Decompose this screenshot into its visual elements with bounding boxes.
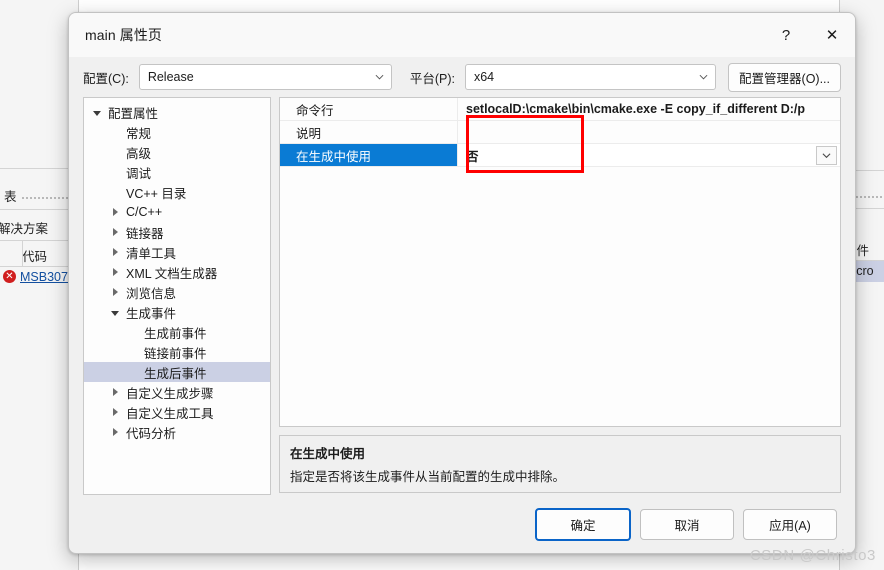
property-pages-dialog: main 属性页 ? ✕ 配置(C): Release 平台(P): x64 配… <box>68 12 856 554</box>
bg-error-code-link[interactable]: MSB3073 <box>20 270 75 284</box>
error-circle-icon: ✕ <box>3 270 16 283</box>
property-name: 说明 <box>280 121 458 143</box>
bg-label-solution: 解决方案 <box>0 222 49 236</box>
tree-item[interactable]: 清单工具 <box>84 242 270 262</box>
configuration-label: 配置(C): <box>83 71 129 86</box>
close-icon[interactable]: ✕ <box>809 13 855 57</box>
platform-value: x64 <box>473 70 495 84</box>
configuration-toolbar: 配置(C): Release 平台(P): x64 配置管理器(O)... <box>69 57 855 97</box>
tree-item[interactable]: C/C++ <box>84 202 270 222</box>
tree-item-label: VC++ 目录 <box>126 186 187 201</box>
watermark: CSDN @Christo3 <box>749 547 876 564</box>
chevron-down-icon[interactable] <box>90 109 104 116</box>
ok-button[interactable]: 确定 <box>535 507 631 541</box>
tree-item-label: 生成前事件 <box>144 326 207 341</box>
tree-item[interactable]: 自定义生成步骤 <box>84 382 270 402</box>
chevron-down-icon <box>822 153 831 159</box>
bg-dotted-divider <box>22 197 74 199</box>
tree-item-label: 自定义生成工具 <box>126 406 214 421</box>
chevron-down-icon <box>699 74 708 80</box>
property-grid[interactable]: 命令行 setlocalD:\cmake\bin\cmake.exe -E cop… <box>279 97 841 427</box>
description-text: 指定是否将该生成事件从当前配置的生成中排除。 <box>290 470 566 484</box>
chevron-right-icon[interactable] <box>108 388 122 396</box>
property-value[interactable] <box>458 121 840 143</box>
tree-item[interactable]: 高级 <box>84 142 270 162</box>
tree-item-label: 链接前事件 <box>144 346 207 361</box>
platform-label: 平台(P): <box>409 71 455 86</box>
tree-item[interactable]: 配置属性 <box>84 102 270 122</box>
dialog-body: 配置属性常规高级调试 VC++ 目录 C/C++ 链接器清单工具 XML 文档生成器 浏览… <box>69 97 855 495</box>
chevron-right-icon[interactable] <box>108 208 122 216</box>
chevron-right-icon[interactable] <box>108 248 122 256</box>
tree-item[interactable]: 生成事件 <box>84 302 270 322</box>
configuration-value: Release <box>147 70 194 84</box>
tree-item[interactable]: 链接器 <box>84 222 270 242</box>
tree-item[interactable]: VC++ 目录 <box>84 182 270 202</box>
help-icon[interactable]: ? <box>763 13 809 57</box>
tree-item[interactable]: 浏览信息 <box>84 282 270 302</box>
tree-item-label: 高级 <box>126 146 152 161</box>
chevron-right-icon[interactable] <box>108 428 122 436</box>
configuration-manager-button[interactable]: 配置管理器(O)... <box>728 62 841 92</box>
chevron-right-icon[interactable] <box>108 228 122 236</box>
tree-item[interactable]: 调试 <box>84 162 270 182</box>
property-description-panel: 在生成中使用 指定是否将该生成事件从当前配置的生成中排除。 <box>279 435 841 493</box>
tree-item[interactable]: 代码分析 <box>84 422 270 442</box>
dialog-title: main 属性页 <box>85 27 163 43</box>
property-value-dropdown-button[interactable] <box>816 146 837 165</box>
configuration-select[interactable]: Release <box>138 64 392 90</box>
chevron-down-icon <box>375 74 384 80</box>
tree-item[interactable]: 自定义生成工具 <box>84 402 270 422</box>
titlebar-buttons: ? ✕ <box>763 13 855 57</box>
property-name: 命令行 <box>280 98 458 120</box>
dialog-footer: 确定 取消 应用(A) <box>69 495 855 553</box>
platform-select[interactable]: x64 <box>464 64 717 90</box>
chevron-right-icon[interactable] <box>108 288 122 296</box>
property-row[interactable]: 在生成中使用否 <box>280 144 840 167</box>
property-right-panel: 命令行 setlocalD:\cmake\bin\cmake.exe -E cop… <box>279 97 841 495</box>
property-name: 在生成中使用 <box>280 144 458 166</box>
bg-label-table: 表 <box>4 190 17 204</box>
property-value[interactable]: setlocalD:\cmake\bin\cmake.exe -E copy_i… <box>458 98 840 120</box>
tree-item-label: XML 文档生成器 <box>126 266 218 281</box>
tree-item-label: 常规 <box>126 126 152 141</box>
dialog-titlebar: main 属性页 ? ✕ <box>69 13 855 57</box>
tree-item-label: 清单工具 <box>126 246 177 261</box>
description-title: 在生成中使用 <box>290 447 366 461</box>
bg-column-header-code: 代码 <box>22 250 48 264</box>
chevron-down-icon[interactable] <box>108 309 122 316</box>
property-row[interactable]: 说明 <box>280 121 840 144</box>
tree-item-label: 浏览信息 <box>126 286 177 301</box>
tree-item-label: 配置属性 <box>108 106 159 121</box>
tree-item-label: 生成事件 <box>126 306 177 321</box>
tree-item-label: 链接器 <box>126 226 164 241</box>
property-value[interactable]: 否 <box>458 144 840 166</box>
tree-item-label: 生成后事件 <box>144 366 207 381</box>
tree-item-label: 代码分析 <box>126 426 177 441</box>
cancel-button[interactable]: 取消 <box>640 508 734 540</box>
tree-item-label: 调试 <box>126 166 152 181</box>
property-tree[interactable]: 配置属性常规高级调试 VC++ 目录 C/C++ 链接器清单工具 XML 文档生成器 浏览… <box>83 97 271 495</box>
tree-item[interactable]: 生成后事件 <box>84 362 270 382</box>
chevron-right-icon[interactable] <box>108 268 122 276</box>
tree-item[interactable]: 常规 <box>84 122 270 142</box>
chevron-right-icon[interactable] <box>108 408 122 416</box>
tree-item[interactable]: 链接前事件 <box>84 342 270 362</box>
apply-button[interactable]: 应用(A) <box>743 508 837 540</box>
tree-item[interactable]: XML 文档生成器 <box>84 262 270 282</box>
tree-item-label: 自定义生成步骤 <box>126 386 214 401</box>
tree-item[interactable]: 生成前事件 <box>84 322 270 342</box>
tree-item-label: C/C++ <box>126 205 163 219</box>
property-row[interactable]: 命令行 setlocalD:\cmake\bin\cmake.exe -E cop… <box>280 98 840 121</box>
